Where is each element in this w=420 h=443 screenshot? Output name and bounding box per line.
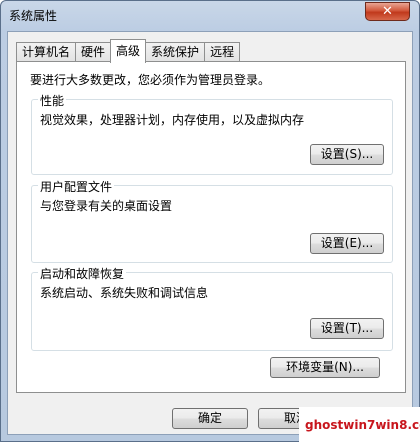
tab-strip: 计算机名 硬件 高级 系统保护 远程	[16, 39, 241, 63]
user-profiles-group-title: 用户配置文件	[38, 178, 115, 195]
startup-recovery-group-desc: 系统启动、系统失败和调试信息	[40, 286, 209, 300]
window-title: 系统属性	[9, 9, 58, 23]
system-properties-window: 系统属性 ✕ 计算机名 硬件 高级 系统保护 远程 要进行大多数更改，您必须作为…	[0, 0, 420, 443]
ok-button[interactable]: 确定	[172, 408, 248, 429]
close-icon: ✕	[382, 4, 393, 19]
performance-group-title: 性能	[38, 92, 67, 109]
user-profiles-group-desc: 与您登录有关的桌面设置	[40, 199, 173, 213]
performance-group-desc: 视觉效果，处理器计划，内存使用，以及虚拟内存	[40, 113, 305, 127]
user-profiles-group: 用户配置文件 与您登录有关的桌面设置 设置(E)...	[31, 178, 393, 263]
performance-group: 性能 视觉效果，处理器计划，内存使用，以及虚拟内存 设置(S)...	[31, 92, 393, 175]
admin-notice: 要进行大多数更改，您必须作为管理员登录。	[30, 73, 271, 87]
startup-recovery-settings-button[interactable]: 设置(T)...	[310, 318, 384, 339]
title-bar[interactable]: 系统属性 ✕	[1, 1, 419, 27]
startup-recovery-group-title: 启动和故障恢复	[38, 265, 127, 282]
tab-advanced[interactable]: 高级	[110, 39, 147, 63]
dialog-client: 计算机名 硬件 高级 系统保护 远程 要进行大多数更改，您必须作为管理员登录。 …	[7, 31, 413, 435]
tab-system-protection[interactable]: 系统保护	[145, 42, 206, 62]
tab-computer-name[interactable]: 计算机名	[16, 42, 77, 62]
close-button[interactable]: ✕	[365, 2, 410, 21]
performance-settings-button[interactable]: 设置(S)...	[310, 144, 384, 165]
tab-hardware[interactable]: 硬件	[75, 42, 112, 62]
site-watermark: ghostwin7win8.com	[299, 407, 420, 443]
tab-remote[interactable]: 远程	[204, 42, 241, 62]
environment-variables-button[interactable]: 环境变量(N)...	[270, 357, 380, 378]
advanced-tab-panel: 要进行大多数更改，您必须作为管理员登录。 性能 视觉效果，处理器计划，内存使用，…	[16, 61, 406, 393]
user-profiles-settings-button[interactable]: 设置(E)...	[310, 233, 384, 254]
startup-recovery-group: 启动和故障恢复 系统启动、系统失败和调试信息 设置(T)...	[31, 265, 393, 351]
